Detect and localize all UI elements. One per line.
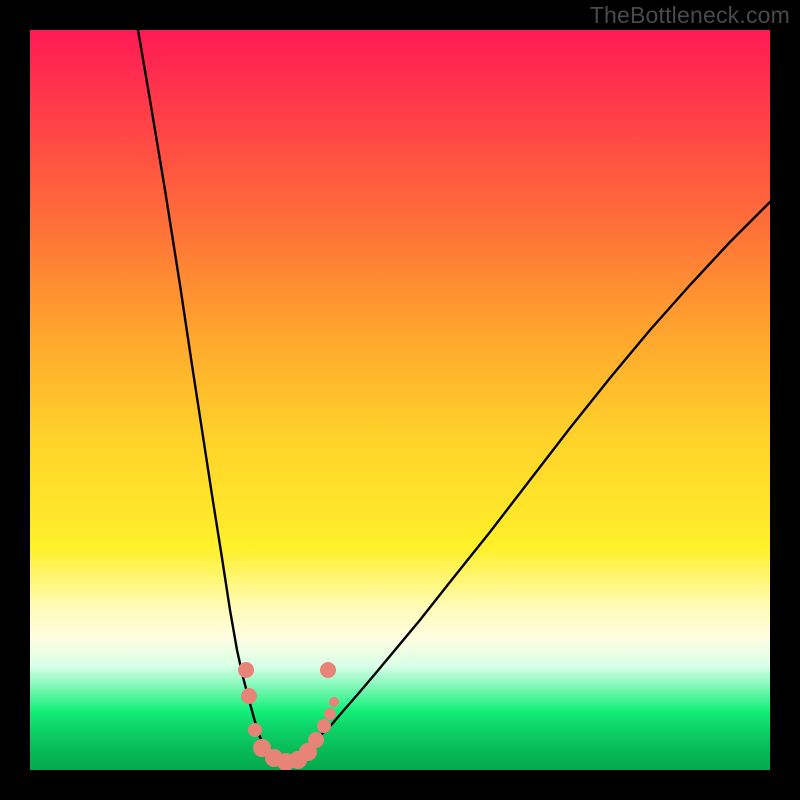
curve-right-curve: [302, 202, 770, 752]
marker-point: [320, 662, 336, 678]
gradient-plot-area: [30, 30, 770, 770]
marker-point: [241, 688, 257, 704]
marker-point: [329, 697, 339, 707]
marker-point: [308, 732, 324, 748]
marker-point: [324, 708, 336, 720]
marker-point: [317, 719, 331, 733]
watermark-text: TheBottleneck.com: [590, 2, 790, 29]
curve-left-curve: [138, 30, 266, 750]
chart-svg: [30, 30, 770, 770]
marker-point: [248, 723, 262, 737]
marker-point: [238, 662, 254, 678]
